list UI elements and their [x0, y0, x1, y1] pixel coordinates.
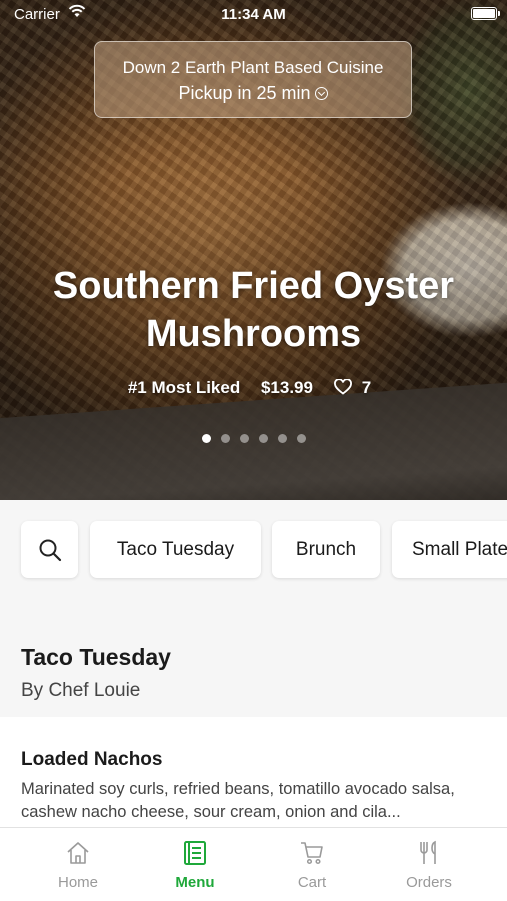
- carousel-dot[interactable]: [220, 434, 230, 443]
- tab-cart[interactable]: Cart: [249, 828, 375, 901]
- carousel-dots[interactable]: [0, 430, 507, 448]
- carousel-dot[interactable]: [277, 434, 287, 443]
- heart-icon: [333, 379, 352, 395]
- search-icon: [39, 539, 61, 561]
- category-chip-taco-tuesday[interactable]: Taco Tuesday: [90, 521, 261, 578]
- category-bar[interactable]: Taco Tuesday Brunch Small Plate: [0, 500, 507, 600]
- featured-item-meta: #1 Most Liked $13.99 7: [0, 378, 507, 398]
- popularity-badge: #1 Most Liked: [127, 378, 241, 397]
- search-button[interactable]: [21, 521, 78, 578]
- home-icon: [67, 842, 89, 864]
- menu-item[interactable]: Loaded Nachos Marinated soy curls, refri…: [0, 717, 507, 827]
- featured-item-title: Southern Fried Oyster Mushrooms: [52, 265, 455, 355]
- category-chip-small-plate[interactable]: Small Plate: [392, 521, 507, 578]
- menu-section-header: Taco Tuesday By Chef Louie: [0, 600, 507, 717]
- chevron-down-icon: [314, 87, 328, 100]
- carousel-dot[interactable]: [258, 434, 268, 443]
- cart-icon: [301, 842, 323, 865]
- tab-label: Home: [57, 874, 98, 891]
- fork-knife-icon: [420, 840, 436, 864]
- pickup-time: Pickup in 25 min: [95, 83, 411, 104]
- category-chip-brunch[interactable]: Brunch: [272, 521, 380, 578]
- carousel-dot[interactable]: [239, 434, 249, 443]
- carousel-dot[interactable]: [296, 434, 306, 443]
- clock: 11:34 AM: [221, 6, 286, 23]
- menu-item-name: Loaded Nachos: [21, 749, 163, 770]
- featured-price: $13.99: [260, 378, 313, 397]
- tab-label: Orders: [406, 874, 452, 891]
- restaurant-name: Down 2 Earth Plant Based Cuisine: [122, 58, 384, 77]
- tab-orders[interactable]: Orders: [366, 828, 492, 901]
- restaurant-info-button[interactable]: Down 2 Earth Plant Based Cuisine Pickup …: [94, 41, 412, 118]
- likes-count[interactable]: 7: [333, 378, 379, 397]
- carousel-dot[interactable]: [201, 434, 211, 443]
- status-bar: Carrier 11:34 AM: [0, 0, 507, 28]
- hero-banner[interactable]: Carrier 11:34 AM Down 2 Earth Plant Base…: [0, 0, 507, 500]
- section-title: Taco Tuesday: [21, 644, 171, 670]
- menu-icon: [184, 841, 206, 865]
- tab-home[interactable]: Home: [15, 828, 141, 901]
- section-subtitle: By Chef Louie: [21, 680, 141, 701]
- tab-bar: Home Menu Cart Orders: [0, 827, 507, 901]
- menu-item-description: Marinated soy curls, refried beans, toma…: [21, 780, 455, 821]
- tab-menu[interactable]: Menu: [132, 828, 258, 901]
- tab-label: Menu: [175, 874, 215, 891]
- battery-icon: [471, 7, 500, 20]
- tab-label: Cart: [297, 874, 327, 891]
